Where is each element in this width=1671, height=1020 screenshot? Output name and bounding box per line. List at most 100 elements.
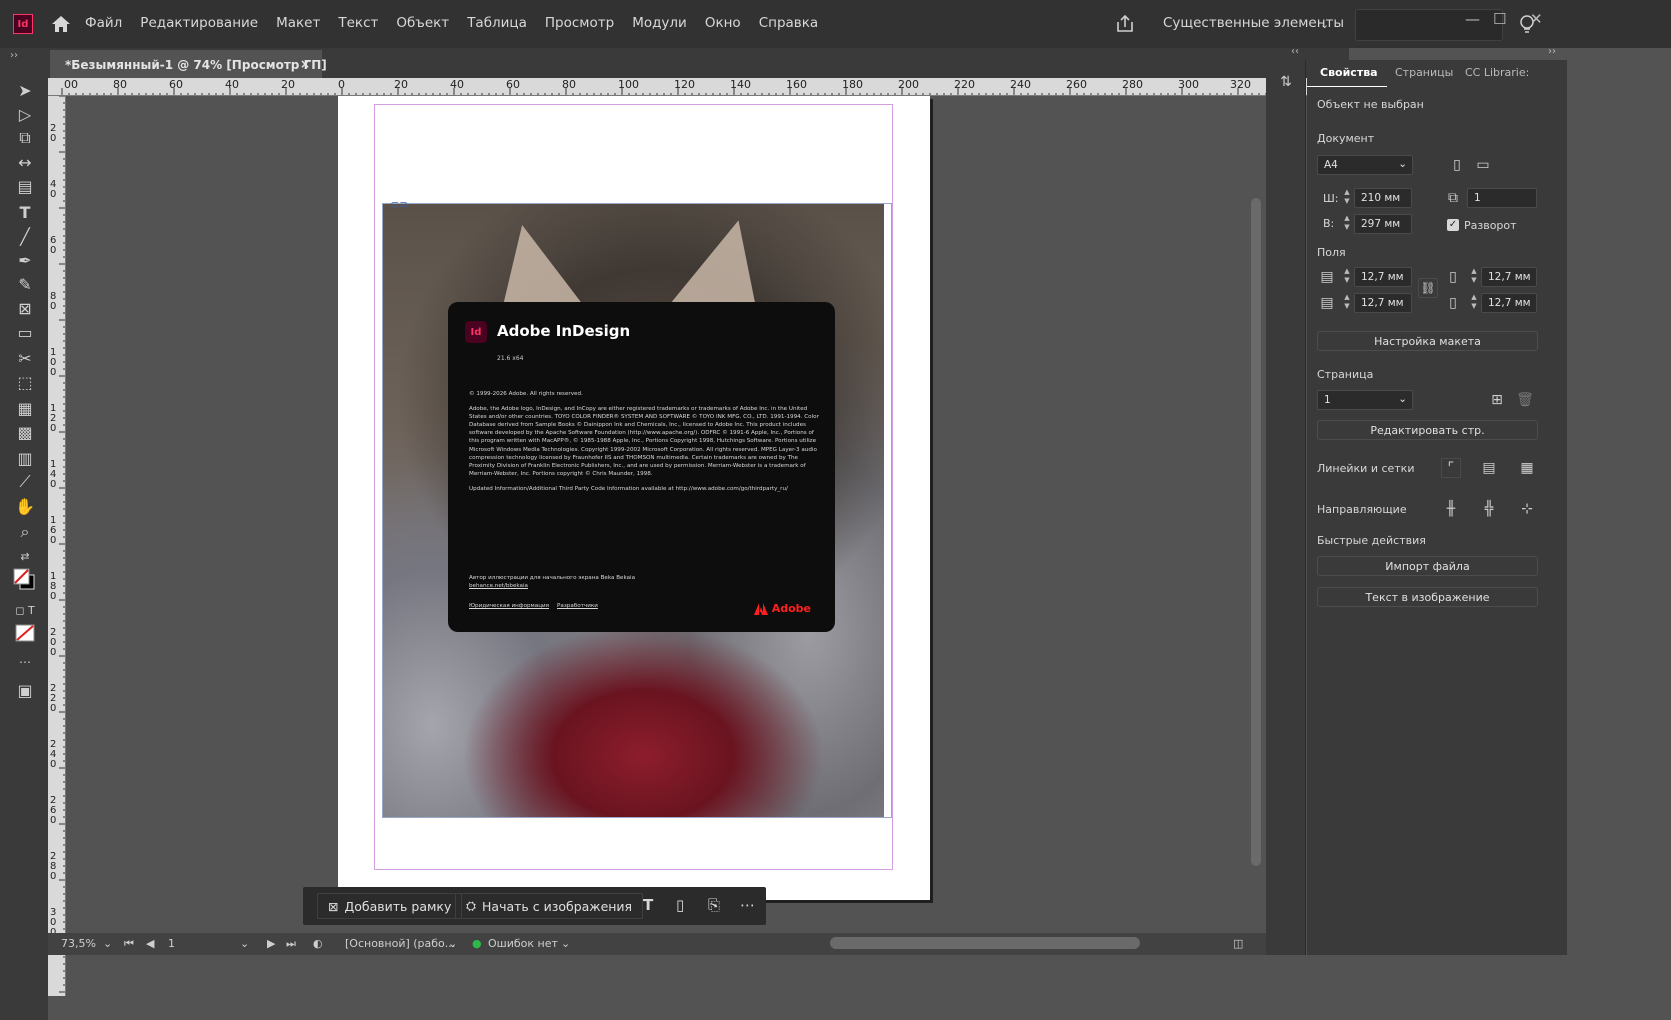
expand-dock-icon[interactable]: ›› — [1548, 46, 1556, 57]
guides-icon[interactable]: ╫ — [1441, 499, 1461, 519]
margin-top-stepper[interactable]: ▲ ▼ — [1341, 267, 1353, 287]
vertical-scrollbar[interactable] — [1251, 198, 1261, 866]
start-with-image-button[interactable]: ⛭ Начать с изображения — [455, 893, 644, 919]
rectangle-frame-tool-icon[interactable]: ⊠ — [13, 296, 37, 320]
last-page-icon[interactable]: ⏭ — [286, 937, 296, 951]
pen-tool-icon[interactable]: ✒ — [13, 248, 37, 272]
screen-mode-icon[interactable]: ▣ — [13, 678, 37, 702]
hand-tool-icon[interactable]: ✋ — [13, 494, 37, 518]
menu-edit[interactable]: Редактирование — [140, 15, 258, 31]
landscape-orientation-icon[interactable]: ▭ — [1473, 155, 1493, 175]
chevron-down-icon[interactable]: ⌄ — [1320, 18, 1329, 31]
menu-layout[interactable]: Макет — [276, 15, 320, 31]
page-tool-icon[interactable]: ⧉ — [13, 126, 37, 150]
menu-type[interactable]: Текст — [338, 15, 378, 31]
chevron-down-icon[interactable]: ⌄ — [561, 937, 570, 950]
view-mode-icon[interactable]: ⋯ — [13, 650, 37, 674]
lock-guides-icon[interactable]: ⊹ — [1517, 499, 1537, 519]
baseline-grid-icon[interactable]: ▤ — [1479, 458, 1499, 478]
margin-bottom-field[interactable]: 12,7 мм — [1354, 293, 1412, 313]
margin-top-field[interactable]: 12,7 мм — [1354, 267, 1412, 287]
share-icon[interactable] — [1115, 14, 1135, 34]
document-grid-icon[interactable]: ▦ — [1517, 458, 1537, 478]
split-view-icon[interactable]: ◫ — [1233, 937, 1243, 950]
new-page-icon[interactable]: ⎘ — [708, 896, 720, 914]
margin-bottom-stepper[interactable]: ▲ ▼ — [1341, 293, 1353, 313]
scissors-tool-icon[interactable]: ✂ — [13, 346, 37, 370]
free-transform-tool-icon[interactable]: ⬚ — [13, 370, 37, 394]
note-tool-icon[interactable]: ▥ — [13, 446, 37, 470]
chevron-down-icon[interactable]: ⌄ — [240, 937, 249, 950]
margin-inside-field[interactable]: 12,7 мм — [1481, 267, 1537, 287]
selection-tool-icon[interactable]: ➤ — [13, 78, 37, 102]
close-tab-icon[interactable]: × — [300, 57, 310, 71]
margin-inside-stepper[interactable]: ▲ ▼ — [1468, 267, 1480, 287]
horizontal-scrollbar[interactable] — [830, 937, 1140, 949]
rectangle-tool-icon[interactable]: ▭ — [13, 320, 37, 344]
preflight-icon[interactable]: ◐ — [313, 937, 323, 950]
menu-object[interactable]: Объект — [396, 15, 449, 31]
document-canvas[interactable]: ⊂⊃ Id Adobe InDesign 21.6 x64 © 1999-202… — [66, 96, 1349, 996]
menu-view[interactable]: Просмотр — [545, 15, 614, 31]
horizontal-ruler[interactable]: 00 80 60 40 20 0 20 40 60 80 100 120 140… — [48, 78, 1349, 96]
menu-help[interactable]: Справка — [759, 15, 818, 31]
master-style[interactable]: [Основной] (рабо... — [345, 937, 455, 950]
next-page-icon[interactable]: ▶ — [267, 937, 275, 950]
pencil-tool-icon[interactable]: ✎ — [13, 272, 37, 296]
width-stepper[interactable]: ▲ ▼ — [1341, 188, 1353, 208]
menu-plugins[interactable]: Модули — [632, 15, 687, 31]
document-page[interactable]: ⊂⊃ Id Adobe InDesign 21.6 x64 © 1999-202… — [338, 96, 930, 900]
type-tool-icon[interactable]: T — [13, 200, 37, 224]
pages-count-field[interactable]: 1 — [1467, 188, 1537, 208]
app-logo[interactable]: Id — [13, 14, 33, 34]
content-collector-icon[interactable]: ▤ — [13, 174, 37, 198]
zoom-level[interactable]: 73,5% — [61, 937, 96, 950]
properties-icon[interactable]: ⇅ — [1276, 72, 1296, 92]
page-select[interactable]: 1 ⌄ — [1317, 390, 1413, 410]
chevron-down-icon[interactable]: ⌄ — [103, 937, 112, 950]
menu-file[interactable]: Файл — [85, 15, 122, 31]
margin-outside-field[interactable]: 12,7 мм — [1481, 293, 1537, 313]
edit-page-button[interactable]: Редактировать стр. — [1317, 420, 1538, 440]
width-field[interactable]: 210 мм — [1354, 188, 1412, 208]
zoom-tool-icon[interactable]: ⌕ — [13, 520, 37, 544]
height-stepper[interactable]: ▲ ▼ — [1341, 214, 1353, 234]
first-page-icon[interactable]: ⏮ — [124, 937, 134, 951]
home-icon[interactable] — [50, 14, 72, 34]
delete-page-icon[interactable]: 🗑 — [1515, 390, 1535, 410]
chain-link-icon[interactable]: ⛓ — [1418, 278, 1438, 298]
developers-link[interactable]: Разработчики — [557, 603, 598, 609]
ruler-icon[interactable]: ⌜ — [1441, 458, 1461, 478]
add-page-icon[interactable]: ⊞ — [1487, 390, 1507, 410]
chevron-down-icon[interactable]: ⌄ — [448, 937, 457, 950]
prev-page-icon[interactable]: ◀ — [146, 937, 154, 950]
minimize-icon[interactable]: — — [1465, 10, 1480, 28]
menu-window[interactable]: Окно — [705, 15, 741, 31]
smart-guides-icon[interactable]: ╬ — [1479, 499, 1499, 519]
vertical-ruler[interactable]: 2 0 4 0 6 0 8 0 1 0 0 1 2 0 1 4 0 1 6 0 … — [48, 96, 66, 996]
text-to-image-button[interactable]: Текст в изображение — [1317, 587, 1538, 607]
expand-toolbar-icon[interactable]: ›› — [10, 50, 18, 61]
link-icon[interactable]: ⊂⊃ — [390, 198, 408, 211]
margin-outside-stepper[interactable]: ▲ ▼ — [1468, 293, 1480, 313]
add-frame-button[interactable]: ⊠ Добавить рамку — [317, 893, 463, 919]
maximize-icon[interactable]: ☐ — [1493, 10, 1506, 28]
search-input[interactable] — [1355, 9, 1503, 41]
gradient-swatch-tool-icon[interactable]: ▦ — [13, 396, 37, 420]
document-tab[interactable]: *Безымянный-1 @ 74% [Просмотр ГП] × — [50, 50, 327, 78]
formatting-container-icon[interactable]: ◻ T — [13, 598, 37, 622]
height-field[interactable]: 297 мм — [1354, 214, 1412, 234]
page-icon[interactable]: ▯ — [676, 896, 684, 914]
credit-link[interactable]: behance.net/bbekaia — [469, 582, 635, 590]
tab-cc-libraries[interactable]: CC Librarie: — [1465, 66, 1529, 79]
swap-fill-stroke-icon[interactable]: ⇄ — [13, 544, 37, 568]
tab-pages[interactable]: Страницы — [1395, 66, 1453, 79]
import-file-button[interactable]: Импорт файла — [1317, 556, 1538, 576]
fill-stroke-icon[interactable] — [13, 568, 37, 592]
direct-selection-tool-icon[interactable]: ▷ — [13, 102, 37, 126]
eyedropper-tool-icon[interactable]: ⟋ — [13, 470, 37, 494]
apply-none-icon[interactable] — [13, 621, 37, 645]
workspace-switcher[interactable]: Существенные элементы — [1163, 15, 1344, 31]
menu-table[interactable]: Таблица — [467, 15, 527, 31]
page-size-select[interactable]: A4 ⌄ — [1317, 155, 1413, 175]
